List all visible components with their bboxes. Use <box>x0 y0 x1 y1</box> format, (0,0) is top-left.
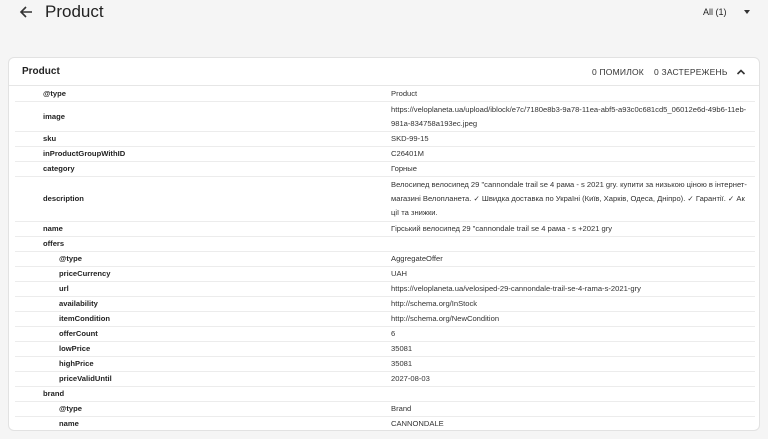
property-key: priceValidUntil <box>59 374 112 383</box>
table-row: description Велосипед велосипед 29 "canno… <box>15 177 755 222</box>
property-value-text: Гірський велосипед 29 "cannondale trail … <box>391 224 613 233</box>
table-row: highPrice 35081 <box>15 357 755 372</box>
property-value-text: AggregateOffer <box>391 254 443 263</box>
property-key: @type <box>43 89 67 98</box>
table-row: category Горные <box>15 162 755 177</box>
property-key: priceCurrency <box>59 269 111 278</box>
property-value-text: 6 <box>391 329 396 338</box>
table-row: brand <box>15 387 755 402</box>
property-value-text: Product <box>391 89 418 98</box>
property-value-text: 35081 <box>391 359 413 368</box>
property-value: UAH <box>391 267 755 281</box>
table-row: priceCurrency UAH <box>15 267 755 282</box>
property-value: AggregateOffer <box>391 252 755 266</box>
table-row: url https://veloplaneta.ua/velosiped-29-c… <box>15 282 755 297</box>
property-value-text: Brand <box>391 404 412 413</box>
table-row: @type Product <box>15 87 755 102</box>
property-value: Велосипед велосипед 29 "cannondale trail… <box>391 177 755 221</box>
table-row: itemCondition http://schema.org/NewCondit… <box>15 312 755 327</box>
product-result-card: Product 0 ПОМИЛОК 0 ЗАСТЕРЕЖЕНЬ @type Pro… <box>8 57 760 431</box>
property-key: name <box>59 419 79 428</box>
card-title: Product <box>22 66 60 77</box>
property-value: Гірський велосипед 29 "cannondale trail … <box>391 222 755 236</box>
property-value: Горные <box>391 162 755 176</box>
table-row: @type AggregateOffer <box>15 252 755 267</box>
property-value-text: http://schema.org/InStock <box>391 299 478 308</box>
property-key: description <box>43 194 84 203</box>
warnings-count: 0 ЗАСТЕРЕЖЕНЬ <box>654 67 728 77</box>
table-row: name CANNONDALE <box>15 417 755 430</box>
property-value: https://veloplaneta.ua/velosiped-29-cann… <box>391 282 755 296</box>
property-value <box>391 237 755 251</box>
property-key: @type <box>59 404 83 413</box>
arrow-left-icon <box>19 6 32 18</box>
property-key: sku <box>43 134 57 143</box>
table-row: offers <box>15 237 755 252</box>
back-button[interactable] <box>16 2 36 22</box>
property-key: lowPrice <box>59 344 91 353</box>
property-value: https://veloplaneta.ua/upload/iblock/e7c… <box>391 102 755 131</box>
property-key: category <box>43 164 75 173</box>
property-value: http://schema.org/NewCondition <box>391 312 755 326</box>
property-value-text: https://veloplaneta.ua/upload/iblock/e7c… <box>391 104 747 128</box>
property-key: offers <box>43 239 65 248</box>
top-bar: Product All (1) <box>0 0 768 26</box>
property-value-text: 35081 <box>391 344 413 353</box>
chevron-up-icon[interactable] <box>735 66 747 78</box>
table-row: offerCount 6 <box>15 327 755 342</box>
table-row: lowPrice 35081 <box>15 342 755 357</box>
property-value-text: CANNONDALE <box>391 419 444 428</box>
page-title: Product <box>45 2 104 21</box>
property-value: C26401M <box>391 147 755 161</box>
table-row: sku SKD-99-15 <box>15 132 755 147</box>
property-key: itemCondition <box>59 314 111 323</box>
filter-selected-value: All (1) <box>703 7 727 17</box>
card-header[interactable]: Product 0 ПОМИЛОК 0 ЗАСТЕРЕЖЕНЬ <box>9 58 759 86</box>
property-value: 35081 <box>391 342 755 356</box>
table-row: availability http://schema.org/InStock <box>15 297 755 312</box>
property-value: 35081 <box>391 357 755 371</box>
table-row: @type Brand <box>15 402 755 417</box>
table-row: image https://veloplaneta.ua/upload/ibloc… <box>15 102 755 132</box>
property-key: offerCount <box>59 329 98 338</box>
property-value-text: Горные <box>391 164 417 173</box>
errors-count: 0 ПОМИЛОК <box>592 67 644 77</box>
property-value-text: 2027-08-03 <box>391 374 430 383</box>
property-key: url <box>59 284 69 293</box>
property-value: 2027-08-03 <box>391 372 755 386</box>
property-value: http://schema.org/InStock <box>391 297 755 311</box>
result-filter-dropdown[interactable]: All (1) <box>694 0 758 24</box>
property-key: brand <box>43 389 65 398</box>
property-value: CANNONDALE <box>391 417 755 430</box>
caret-down-icon <box>744 10 750 14</box>
property-value: Product <box>391 87 755 101</box>
property-value-text: UAH <box>391 269 408 278</box>
property-value: SKD-99-15 <box>391 132 755 146</box>
property-value-text: SKD-99-15 <box>391 134 429 143</box>
property-value <box>391 387 755 401</box>
property-key: highPrice <box>59 359 94 368</box>
property-value: 6 <box>391 327 755 341</box>
property-value-text: C26401M <box>391 149 424 158</box>
table-row: inProductGroupWithID C26401M <box>15 147 755 162</box>
property-key: inProductGroupWithID <box>43 149 126 158</box>
property-value-text: https://veloplaneta.ua/velosiped-29-cann… <box>391 284 641 293</box>
table-row: priceValidUntil 2027-08-03 <box>15 372 755 387</box>
property-key: name <box>43 224 63 233</box>
table-row: name Гірський велосипед 29 "cannondale tr… <box>15 222 755 237</box>
property-key: @type <box>59 254 83 263</box>
property-value-text: http://schema.org/NewCondition <box>391 314 500 323</box>
property-table: @type Product image https://veloplaneta.ua/… <box>15 87 755 430</box>
property-value-text: Велосипед велосипед 29 "cannondale trail… <box>391 180 747 217</box>
property-key: image <box>43 111 65 121</box>
property-key: availability <box>59 299 98 308</box>
property-value: Brand <box>391 402 755 416</box>
